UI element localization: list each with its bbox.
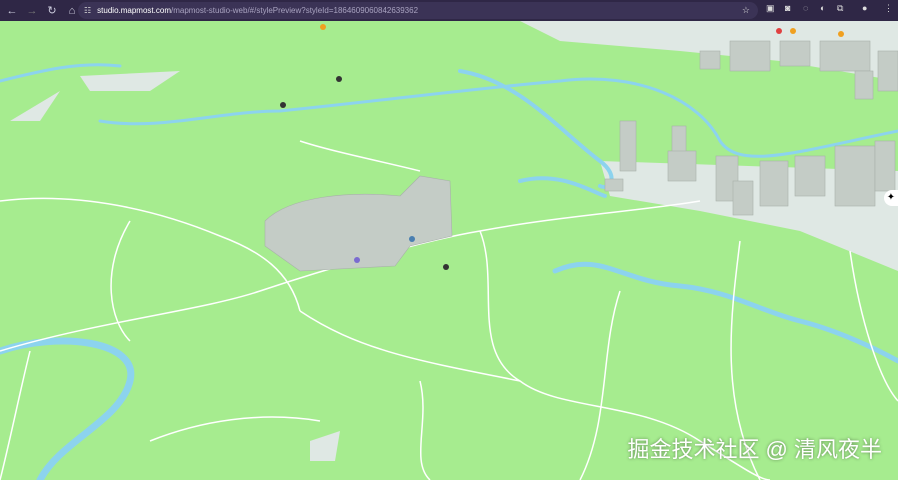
museum-poi-icon bbox=[354, 257, 360, 263]
extension-icon[interactable]: ◐ bbox=[820, 3, 825, 13]
building bbox=[699, 50, 721, 70]
watermark: 掘金技术社区 @ 清风夜半 bbox=[627, 437, 882, 462]
url-host: studio.mapmost.com bbox=[97, 6, 171, 15]
translate-extension-icon[interactable]: ▣ bbox=[766, 3, 775, 14]
map-poi-icon bbox=[443, 264, 449, 270]
building bbox=[667, 150, 697, 182]
extension-icon[interactable]: ◌ bbox=[803, 3, 808, 13]
restaurant-poi-icon bbox=[838, 31, 844, 37]
building bbox=[819, 40, 871, 72]
site-info-icon[interactable]: ☷ bbox=[84, 6, 91, 15]
building bbox=[874, 140, 896, 192]
browser-toolbar: ← → ↻ ⌂ ☷ studio.mapmost.com/mapmost-stu… bbox=[0, 0, 898, 21]
building bbox=[604, 178, 624, 192]
building bbox=[834, 145, 876, 207]
park-poi-icon bbox=[409, 236, 415, 242]
address-bar[interactable]: ☷ studio.mapmost.com/mapmost-studio-web/… bbox=[78, 2, 758, 19]
mountain-poi-icon bbox=[280, 102, 286, 108]
building bbox=[729, 40, 771, 72]
profile-avatar[interactable]: ● bbox=[862, 3, 867, 13]
mountain-poi-icon bbox=[336, 76, 342, 82]
building bbox=[779, 40, 811, 67]
building bbox=[759, 160, 789, 207]
building bbox=[732, 180, 754, 216]
building bbox=[854, 70, 874, 100]
extensions-puzzle-icon[interactable]: ⧉ bbox=[837, 3, 843, 14]
extension-icon[interactable]: ◙ bbox=[785, 3, 790, 13]
restaurant-poi-icon bbox=[320, 24, 326, 30]
building bbox=[877, 50, 898, 92]
map-canvas[interactable] bbox=[0, 21, 898, 480]
reload-icon[interactable]: ↻ bbox=[44, 4, 60, 17]
forward-icon[interactable]: → bbox=[24, 5, 40, 17]
building bbox=[794, 155, 826, 197]
url-path: /mapmost-studio-web/#/stylePreview?style… bbox=[170, 6, 419, 15]
map-tool-button[interactable]: ✦ bbox=[884, 190, 898, 206]
menu-kebab-icon[interactable]: ⋮ bbox=[884, 3, 893, 14]
building bbox=[619, 120, 637, 172]
bookmark-star-icon[interactable]: ☆ bbox=[742, 5, 750, 16]
back-icon[interactable]: ← bbox=[4, 5, 20, 17]
hospital-poi-icon bbox=[776, 28, 782, 34]
restaurant-poi-icon bbox=[790, 28, 796, 34]
